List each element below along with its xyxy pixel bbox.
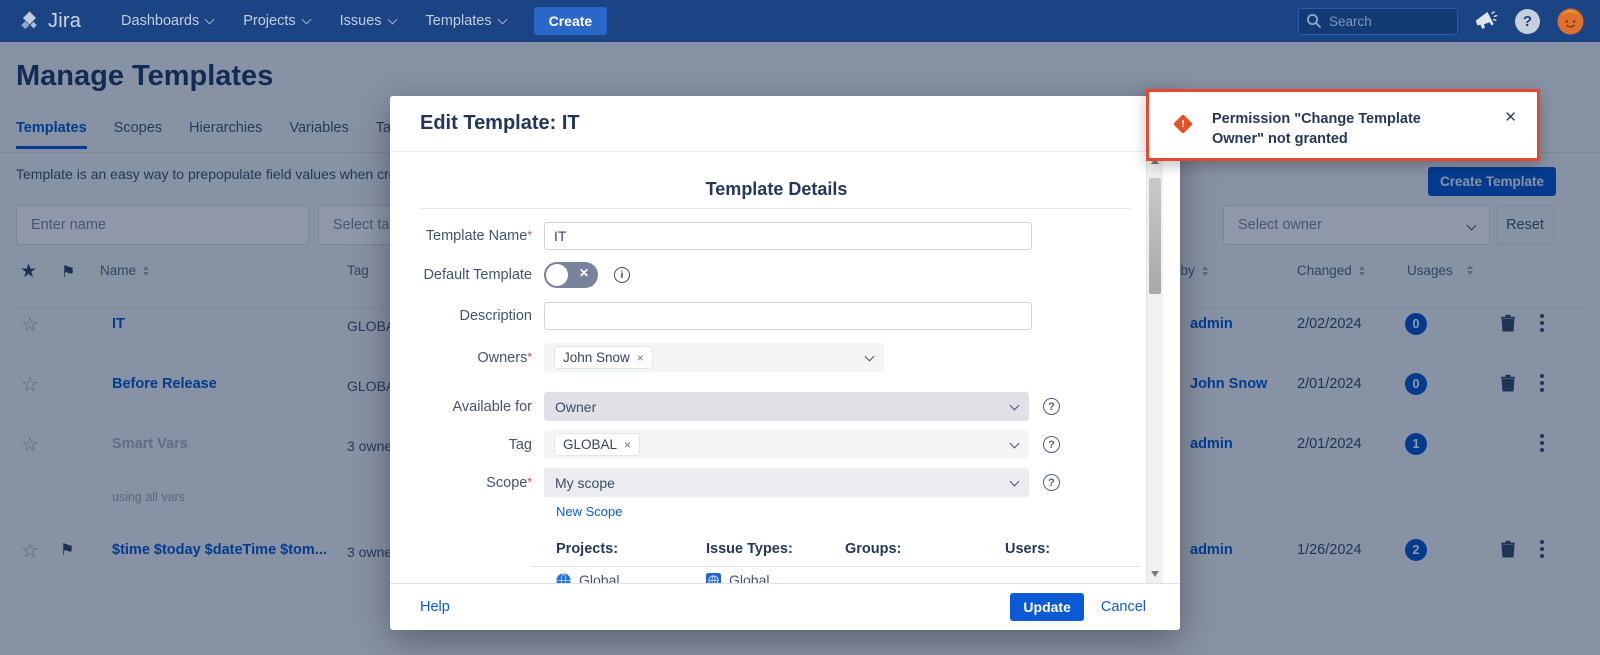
top-navbar: Jira Dashboards Projects Issues Template… [0, 0, 1600, 42]
permission-toast: ! Permission "Change Template Owner" not… [1146, 89, 1540, 161]
owner-chip: John Snow × [555, 347, 652, 368]
owners-label: Owners* [390, 350, 544, 366]
description-label: Description [390, 308, 544, 324]
info-icon[interactable]: i [614, 267, 630, 283]
modal-body: Template Details Template Name* Default … [390, 152, 1163, 583]
jira-logo-icon [18, 10, 41, 33]
scope-value: My scope [555, 475, 615, 491]
chevron-down-icon [1010, 438, 1020, 448]
toggle-off-mark: ✕ [579, 266, 589, 280]
globe-square-icon [706, 573, 721, 584]
section-divider [420, 208, 1130, 209]
chevron-down-icon [865, 351, 875, 361]
owner-chip-label: John Snow [563, 350, 630, 365]
create-button[interactable]: Create [534, 7, 608, 35]
modal-scrollbar[interactable] [1146, 152, 1163, 583]
update-button[interactable]: Update [1010, 593, 1083, 621]
cancel-link[interactable]: Cancel [1101, 599, 1146, 615]
scope-label: Scope* [390, 475, 544, 491]
section-title: Template Details [390, 179, 1163, 200]
user-avatar[interactable] [1557, 8, 1584, 35]
required-marker: * [527, 475, 532, 489]
field-description: Description [390, 302, 1032, 330]
chevron-down-icon [387, 15, 397, 25]
groups-column-label: Groups: [845, 541, 901, 557]
issue-types-global-value: Global [706, 572, 769, 583]
default-template-toggle[interactable]: ✕ [544, 262, 598, 288]
modal-header: Edit Template: IT [390, 96, 1180, 152]
field-scope: Scope* My scope ? [390, 468, 1060, 497]
field-available-for: Available for Owner ? [390, 392, 1060, 421]
tag-select[interactable]: GLOBAL × [544, 430, 1029, 459]
new-scope-link[interactable]: New Scope [556, 504, 622, 519]
tag-label: Tag [390, 437, 544, 453]
toast-close-icon[interactable]: ✕ [1504, 108, 1517, 126]
description-input[interactable] [544, 302, 1032, 330]
search-input[interactable] [1298, 8, 1458, 35]
nav-dashboards-label: Dashboards [121, 13, 199, 29]
template-name-label: Template Name* [390, 228, 544, 244]
modal-title: Edit Template: IT [420, 112, 580, 135]
warning-icon: ! [1173, 114, 1193, 134]
tag-chip-label: GLOBAL [563, 437, 617, 452]
chevron-down-icon [301, 15, 311, 25]
issue-types-global-label: Global [729, 572, 769, 583]
nav-search [1298, 8, 1458, 35]
scroll-down-arrow[interactable] [1151, 571, 1159, 577]
default-template-label: Default Template [390, 267, 544, 283]
nav-dashboards[interactable]: Dashboards [121, 13, 213, 29]
edit-template-modal: Edit Template: IT Template Details Templ… [390, 96, 1180, 630]
help-icon[interactable]: ? [1043, 436, 1060, 453]
nav-templates-label: Templates [426, 13, 492, 29]
nav-right: ? [1298, 8, 1584, 35]
field-template-name: Template Name* [390, 222, 1032, 250]
owners-select[interactable]: John Snow × [544, 343, 884, 372]
toast-message: Permission "Change Template Owner" not g… [1212, 109, 1468, 149]
tag-chip: GLOBAL × [555, 434, 639, 455]
users-column-label: Users: [1005, 541, 1050, 557]
chevron-down-icon [497, 15, 507, 25]
help-icon[interactable]: ? [1043, 398, 1060, 415]
projects-column-label: Projects: [556, 541, 618, 557]
brand-name: Jira [48, 10, 81, 33]
chip-remove-icon[interactable]: × [624, 438, 631, 452]
available-for-label: Available for [390, 399, 544, 415]
modal-footer: Help Update Cancel [390, 583, 1180, 630]
nav-issues[interactable]: Issues [340, 13, 396, 29]
field-default-template: Default Template ✕ i [390, 262, 630, 288]
required-marker: * [527, 228, 532, 242]
projects-global-label: Global [579, 572, 619, 583]
nav-projects-label: Projects [243, 13, 295, 29]
globe-icon [556, 573, 571, 584]
chevron-down-icon [1010, 400, 1020, 410]
help-icon[interactable]: ? [1043, 474, 1060, 491]
template-name-input[interactable] [544, 222, 1032, 250]
nav-issues-label: Issues [340, 13, 382, 29]
available-for-select[interactable]: Owner [544, 392, 1029, 421]
chevron-down-icon [205, 15, 215, 25]
search-icon [1306, 13, 1322, 29]
required-marker: * [527, 350, 532, 364]
jira-logo[interactable]: Jira [18, 10, 81, 33]
help-icon[interactable]: ? [1515, 9, 1540, 34]
nav-templates[interactable]: Templates [426, 13, 506, 29]
chip-remove-icon[interactable]: × [637, 351, 644, 365]
field-owners: Owners* John Snow × [390, 343, 884, 372]
scope-select[interactable]: My scope [544, 468, 1029, 497]
available-for-value: Owner [555, 399, 596, 415]
help-link[interactable]: Help [420, 599, 450, 615]
nav-projects[interactable]: Projects [243, 13, 309, 29]
toggle-knob [546, 264, 568, 286]
chevron-down-icon [1010, 476, 1020, 486]
announcement-icon[interactable] [1475, 11, 1498, 32]
scrollbar-thumb[interactable] [1149, 178, 1161, 294]
scope-preview-divider [530, 566, 1140, 567]
nav-menu: Dashboards Projects Issues Templates [121, 13, 506, 29]
field-tag: Tag GLOBAL × ? [390, 430, 1060, 459]
projects-global-value: Global [556, 572, 619, 583]
issue-types-column-label: Issue Types: [706, 541, 793, 557]
